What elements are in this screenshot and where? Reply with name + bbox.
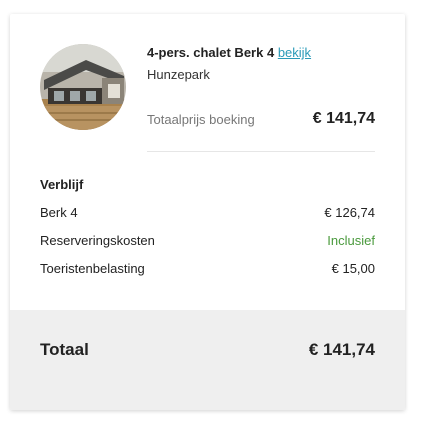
total-label: Totaal [40,340,89,359]
chalet-thumbnail[interactable] [40,44,126,130]
line-item-label: Berk 4 [40,205,78,220]
total-footer: Totaal € 141,74 [10,310,405,410]
accommodation-name: 4-pers. chalet Berk 4 [147,45,275,60]
view-accommodation-link[interactable]: bekijk [278,45,311,60]
line-item-label: Reserveringskosten [40,233,155,248]
line-item: Toeristenbelasting € 15,00 [40,261,375,279]
line-item-value: Inclusief [327,233,375,248]
booking-summary-card: 4-pers. chalet Berk 4 bekijk Hunzepark T… [10,14,405,410]
total-value: € 141,74 [308,340,375,359]
line-item-label: Toeristenbelasting [40,261,145,276]
accommodation-title: 4-pers. chalet Berk 4 bekijk [147,45,311,60]
line-item: Berk 4 € 126,74 [40,205,375,223]
divider [147,151,375,152]
chalet-photo [40,44,126,130]
line-item-value: € 15,00 [331,261,375,276]
line-item-value: € 126,74 [324,205,375,220]
booking-total-value: € 141,74 [312,110,375,127]
park-name: Hunzepark [147,67,210,82]
stay-heading: Verblijf [40,177,84,192]
line-item: Reserveringskosten Inclusief [40,233,375,251]
booking-total-label: Totaalprijs boeking [147,112,255,127]
